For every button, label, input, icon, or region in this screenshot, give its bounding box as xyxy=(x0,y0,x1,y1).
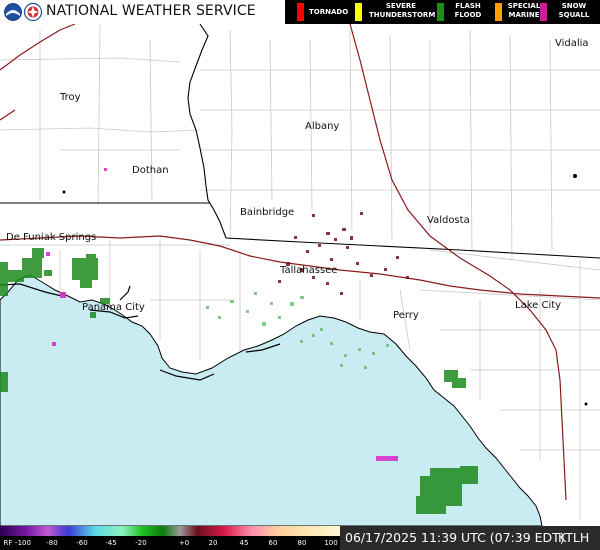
city-label-tallahassee: Tallahassee xyxy=(279,265,337,276)
colorbar-tick: 80 xyxy=(297,539,307,547)
city-label-valdosta: Valdosta xyxy=(427,215,470,226)
legend-label-tornado: TORNADO xyxy=(309,8,349,16)
legend-swatch-flash-flood xyxy=(437,3,444,21)
city-label-lake-city: Lake City xyxy=(515,300,561,311)
colorbar-rf-label: RF xyxy=(3,539,13,547)
legend-label-special-marine: SPECIAL MARINE xyxy=(507,2,541,19)
colorbar-tick: -100 xyxy=(15,539,31,547)
city-label-de-funiak-springs: De Funiak Springs xyxy=(6,232,96,243)
legend-swatch-snow-squall xyxy=(540,3,547,21)
radar-station-id: KTLH xyxy=(558,530,590,545)
noaa-logo-icon xyxy=(4,3,22,21)
colorbar-tick: -60 xyxy=(76,539,88,547)
legend-swatch-special-marine xyxy=(495,3,502,21)
colorbar-tick: -20 xyxy=(135,539,147,547)
legend-flash-flood: FLASH FLOOD xyxy=(437,0,495,24)
reflectivity-colorbar: RF -100 -80 -60 -45 -20 +0 20 45 60 80 1… xyxy=(0,526,340,550)
radar-map-view: Troy Albany Vidalia Dothan Bainbridge Va… xyxy=(0,0,600,550)
radar-timestamp: 06/17/2025 11:39 UTC (07:39 EDT) xyxy=(345,530,565,545)
legend-swatch-severe-thunderstorm xyxy=(355,3,362,21)
city-label-albany: Albany xyxy=(305,121,339,132)
timestamp-bar: 06/17/2025 11:39 UTC (07:39 EDT) KTLH xyxy=(340,526,600,550)
radar-map[interactable]: Troy Albany Vidalia Dothan Bainbridge Va… xyxy=(0,0,600,550)
nws-logo-icon xyxy=(23,2,43,22)
legend-snow-squall: SNOW SQUALL xyxy=(540,0,600,24)
colorbar-tick: +0 xyxy=(178,539,190,547)
header-bar: NATIONAL WEATHER SERVICE TORNADO SEVERE T… xyxy=(0,0,600,24)
colorbar-tick: 100 xyxy=(324,539,338,547)
colorbar-tick: 45 xyxy=(239,539,249,547)
warning-legend: TORNADO SEVERE THUNDERSTORM FLASH FLOOD SP… xyxy=(285,0,600,24)
city-label-vidalia: Vidalia xyxy=(555,38,589,49)
legend-severe-thunderstorm: SEVERE THUNDERSTORM xyxy=(355,0,437,24)
city-label-dothan: Dothan xyxy=(132,165,169,176)
legend-tornado: TORNADO xyxy=(297,0,357,24)
legend-label-flash-flood: FLASH FLOOD xyxy=(454,2,482,19)
colorbar-ramp xyxy=(0,526,340,536)
legend-swatch-tornado xyxy=(297,3,304,21)
nws-branding[interactable]: NATIONAL WEATHER SERVICE xyxy=(0,0,285,24)
colorbar-tick: 60 xyxy=(268,539,278,547)
city-label-bainbridge: Bainbridge xyxy=(240,207,294,218)
nws-title: NATIONAL WEATHER SERVICE xyxy=(46,3,256,19)
colorbar-tick: 20 xyxy=(208,539,218,547)
legend-label-snow-squall: SNOW SQUALL xyxy=(558,2,590,19)
city-label-panama-city: Panama City xyxy=(82,302,145,313)
colorbar-tick: -45 xyxy=(105,539,117,547)
colorbar-tick: -80 xyxy=(46,539,58,547)
city-label-perry: Perry xyxy=(393,310,419,321)
legend-label-severe-thunderstorm: SEVERE THUNDERSTORM xyxy=(369,2,436,19)
city-label-troy: Troy xyxy=(59,92,81,103)
